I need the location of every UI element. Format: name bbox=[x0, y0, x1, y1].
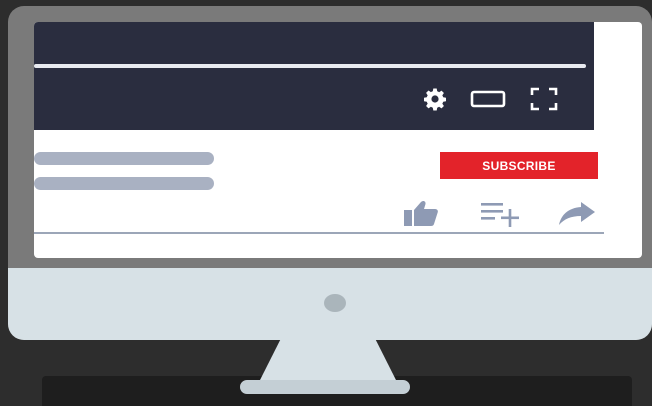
share-arrow-icon bbox=[559, 202, 595, 225]
monitor-chin bbox=[8, 268, 652, 340]
add-to-playlist-button[interactable] bbox=[478, 198, 524, 228]
monitor-screen: SUBSCRIBE bbox=[34, 22, 642, 258]
monitor: SUBSCRIBE bbox=[8, 6, 652, 340]
share-button[interactable] bbox=[556, 198, 598, 228]
monitor-stand-foot bbox=[240, 380, 410, 394]
monitor-logo-dot bbox=[324, 294, 346, 312]
video-progress-bar[interactable] bbox=[34, 64, 586, 68]
content-divider bbox=[34, 232, 604, 234]
video-title-placeholder bbox=[34, 152, 214, 165]
theater-mode-icon bbox=[470, 90, 506, 108]
like-button[interactable] bbox=[400, 198, 442, 228]
playlist-add-icon bbox=[481, 203, 519, 227]
gear-icon bbox=[424, 88, 446, 111]
subscribe-button[interactable]: SUBSCRIBE bbox=[440, 152, 598, 179]
settings-button[interactable] bbox=[420, 86, 450, 112]
fullscreen-icon bbox=[530, 87, 558, 111]
illustration-stage: SUBSCRIBE bbox=[0, 0, 652, 406]
thumbs-up-icon bbox=[404, 200, 438, 226]
theater-mode-button[interactable] bbox=[468, 86, 508, 112]
monitor-stand-neck bbox=[258, 334, 398, 384]
subscribe-label: SUBSCRIBE bbox=[482, 158, 556, 173]
fullscreen-button[interactable] bbox=[526, 86, 562, 112]
video-player[interactable] bbox=[34, 22, 594, 130]
video-subtitle-placeholder bbox=[34, 177, 214, 190]
